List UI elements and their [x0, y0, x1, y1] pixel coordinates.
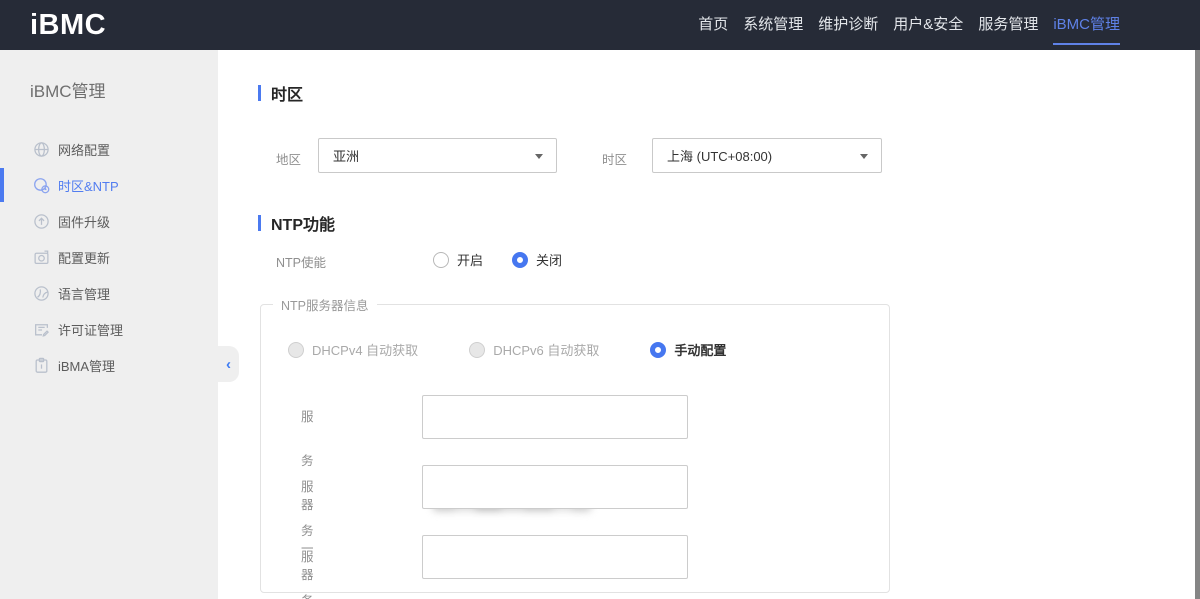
- sidebar-item-timezone-ntp[interactable]: 时区&NTP: [0, 167, 218, 203]
- app-logo: iBMC: [30, 9, 106, 42]
- ibmc-app: iBMC 首页 系统管理 维护诊断 用户&安全 服务管理 iBMC管理 iBMC…: [0, 0, 1200, 599]
- radio-dhcpv4-auto: DHCPv4 自动获取: [288, 340, 418, 359]
- sidebar-item-firmware-upgrade[interactable]: 固件升级: [0, 203, 218, 239]
- chevron-down-icon: [860, 154, 868, 159]
- server-two-input[interactable]: [422, 465, 688, 509]
- radio-unselected-icon: [433, 252, 449, 268]
- nav-maintenance-diagnosis[interactable]: 维护诊断: [818, 0, 878, 50]
- language-icon: [33, 285, 50, 302]
- nav-ibmc-management[interactable]: iBMC管理: [1053, 0, 1120, 50]
- nav-system-management[interactable]: 系统管理: [743, 0, 803, 50]
- top-nav: 首页 系统管理 维护诊断 用户&安全 服务管理 iBMC管理: [698, 0, 1120, 50]
- sidebar-menu: 网络配置 时区&NTP 固件升级: [0, 131, 218, 383]
- ntp-section-title: NTP功能: [258, 211, 335, 235]
- sidebar-item-label: 配置更新: [58, 248, 110, 267]
- ntp-server-mode-radio-group: DHCPv4 自动获取 DHCPv6 自动获取 手动配置: [288, 340, 726, 359]
- sidebar-item-label: 语言管理: [58, 284, 110, 303]
- sidebar-title: iBMC管理: [30, 77, 218, 102]
- sidebar-item-label: iBMA管理: [58, 356, 115, 375]
- radio-manual-config[interactable]: 手动配置: [650, 340, 726, 359]
- section-accent-bar: [258, 215, 261, 231]
- section-heading: NTP功能: [271, 211, 335, 235]
- ntp-server-group: NTP服务器信息 DHCPv4 自动获取 DHCPv6 自动获取 手动配置 服务…: [260, 295, 890, 593]
- timezone-section-title: 时区: [258, 81, 303, 105]
- license-icon: [33, 321, 50, 338]
- ibma-icon: [33, 357, 50, 374]
- sidebar-item-label: 网络配置: [58, 140, 110, 159]
- section-accent-bar: [258, 85, 261, 101]
- top-bar: iBMC 首页 系统管理 维护诊断 用户&安全 服务管理 iBMC管理: [0, 0, 1200, 50]
- radio-disabled-icon: [469, 342, 485, 358]
- timezone-label: 时区: [602, 149, 627, 168]
- sidebar-item-ibma-management[interactable]: iBMA管理: [0, 347, 218, 383]
- nav-service-management[interactable]: 服务管理: [978, 0, 1038, 50]
- sidebar-item-label: 时区&NTP: [58, 176, 119, 195]
- timezone-select-value: 上海 (UTC+08:00): [667, 146, 772, 165]
- region-select-value: 亚洲: [333, 146, 359, 165]
- sidebar-item-network-config[interactable]: 网络配置: [0, 131, 218, 167]
- ntp-enable-radio-group: 开启 关闭: [433, 250, 562, 269]
- chevron-left-icon: ‹: [226, 357, 231, 372]
- radio-selected-icon: [512, 252, 528, 268]
- section-heading: 时区: [271, 81, 303, 105]
- scrollbar[interactable]: [1195, 50, 1200, 599]
- content-area: 时区 地区 亚洲 时区 上海 (UTC+08:00) NTP功能 NTP使能 开…: [218, 50, 1196, 599]
- region-select[interactable]: 亚洲: [318, 138, 557, 173]
- server-three-label: 服务器三: [301, 535, 314, 599]
- sidebar-item-label: 固件升级: [58, 212, 110, 231]
- sidebar-item-config-update[interactable]: 配置更新: [0, 239, 218, 275]
- radio-dhcpv6-auto: DHCPv6 自动获取: [469, 340, 599, 359]
- timezone-select[interactable]: 上海 (UTC+08:00): [652, 138, 882, 173]
- ntp-enable-label: NTP使能: [276, 252, 326, 271]
- radio-disabled-icon: [288, 342, 304, 358]
- server-three-input[interactable]: [422, 535, 688, 579]
- sidebar-item-label: 许可证管理: [58, 320, 123, 339]
- server-one-input[interactable]: [422, 395, 688, 439]
- radio-ntp-off[interactable]: 关闭: [512, 250, 562, 269]
- chevron-down-icon: [535, 154, 543, 159]
- radio-selected-icon: [650, 342, 666, 358]
- sidebar-item-license-management[interactable]: 许可证管理: [0, 311, 218, 347]
- firmware-upgrade-icon: [33, 213, 50, 230]
- nav-user-security[interactable]: 用户&安全: [893, 0, 963, 50]
- timezone-icon: [33, 177, 50, 194]
- ntp-server-group-legend: NTP服务器信息: [273, 295, 377, 314]
- sidebar: iBMC管理 网络配置 时区&NTP: [0, 50, 218, 599]
- nav-home[interactable]: 首页: [698, 0, 728, 50]
- network-icon: [33, 141, 50, 158]
- radio-ntp-on[interactable]: 开启: [433, 250, 483, 269]
- config-update-icon: [33, 249, 50, 266]
- region-label: 地区: [276, 149, 301, 168]
- sidebar-item-language-management[interactable]: 语言管理: [0, 275, 218, 311]
- sidebar-collapse-button[interactable]: ‹: [218, 346, 239, 382]
